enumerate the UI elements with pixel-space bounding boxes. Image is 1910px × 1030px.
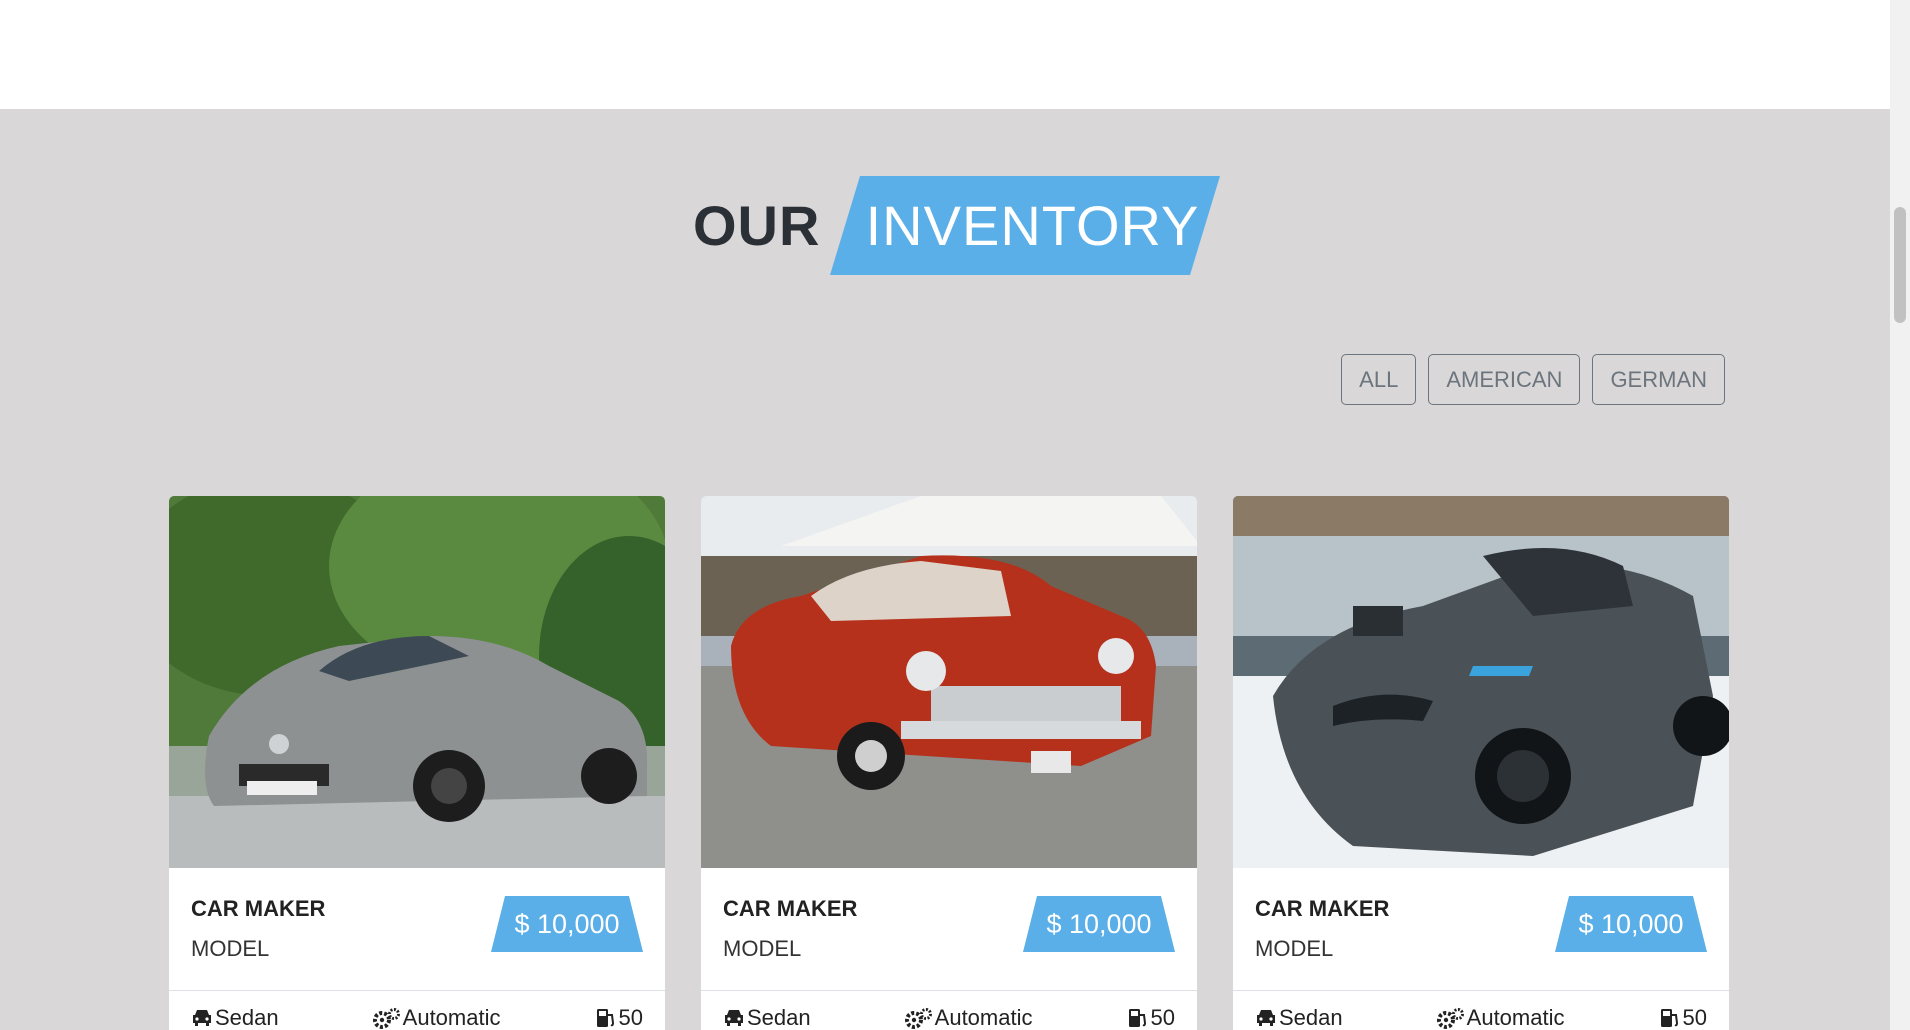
gas-pump-icon xyxy=(1660,1009,1678,1027)
car-image-red-classic-car xyxy=(701,496,1197,868)
filter-all-button[interactable]: ALL xyxy=(1341,354,1417,405)
car-icon xyxy=(1257,1010,1275,1026)
filter-buttons: ALL AMERICAN GERMAN xyxy=(1341,354,1725,405)
scrollbar-thumb[interactable] xyxy=(1894,207,1906,323)
car-image-grey-sports-car xyxy=(1233,496,1729,868)
spec-transmission-text: Automatic xyxy=(934,1005,1033,1030)
spec-fuel: 50 xyxy=(595,1005,643,1030)
gears-icon xyxy=(372,1008,400,1029)
spec-body: Sedan xyxy=(1255,1005,1343,1030)
spec-fuel-text: 50 xyxy=(1150,1005,1175,1030)
filter-german-button[interactable]: GERMAN xyxy=(1592,354,1725,405)
gas-pump-icon xyxy=(596,1009,614,1027)
gears-icon xyxy=(1436,1008,1464,1029)
card-body: CAR MAKER MODEL $ 10,000 xyxy=(701,868,1197,990)
card-body: CAR MAKER MODEL $ 10,000 xyxy=(1233,868,1729,990)
spec-transmission: Automatic xyxy=(372,1005,501,1030)
spec-fuel: 50 xyxy=(1659,1005,1707,1030)
heading-inventory: INVENTORY xyxy=(865,194,1200,257)
heading-inventory-badge: INVENTORY xyxy=(830,176,1221,275)
car-image-silver-sports-coupe xyxy=(169,496,665,868)
car-card[interactable]: CAR MAKER MODEL $ 10,000 Sedan Automatic… xyxy=(1233,496,1729,1030)
car-icon xyxy=(193,1010,211,1026)
spec-body-text: Sedan xyxy=(215,1005,279,1030)
spec-body-text: Sedan xyxy=(1279,1005,1343,1030)
card-specs: Sedan Automatic 50 xyxy=(169,990,665,1030)
card-specs: Sedan Automatic 50 xyxy=(701,990,1197,1030)
spec-transmission: Automatic xyxy=(1436,1005,1565,1030)
spec-body: Sedan xyxy=(723,1005,811,1030)
car-card[interactable]: CAR MAKER MODEL $ 10,000 Sedan Automatic… xyxy=(701,496,1197,1030)
filter-american-button[interactable]: AMERICAN xyxy=(1428,354,1581,405)
price-value: $ 10,000 xyxy=(1578,908,1684,939)
spec-transmission-text: Automatic xyxy=(1466,1005,1565,1030)
spec-body-text: Sedan xyxy=(747,1005,811,1030)
price-badge: $ 10,000 xyxy=(1555,896,1707,952)
spec-transmission-text: Automatic xyxy=(402,1005,501,1030)
inventory-heading: OUR INVENTORY xyxy=(693,176,1221,275)
price-value: $ 10,000 xyxy=(1046,908,1152,939)
gas-pump-icon xyxy=(1128,1009,1146,1027)
gears-icon xyxy=(904,1008,932,1029)
spec-body: Sedan xyxy=(191,1005,279,1030)
spec-fuel-text: 50 xyxy=(618,1005,643,1030)
price-badge: $ 10,000 xyxy=(1023,896,1175,952)
spec-fuel-text: 50 xyxy=(1682,1005,1707,1030)
card-specs: Sedan Automatic 50 xyxy=(1233,990,1729,1030)
price-value: $ 10,000 xyxy=(514,908,620,939)
heading-our: OUR xyxy=(693,194,821,257)
car-card[interactable]: CAR MAKER MODEL $ 10,000 Sedan Automatic… xyxy=(169,496,665,1030)
spec-fuel: 50 xyxy=(1127,1005,1175,1030)
card-body: CAR MAKER MODEL $ 10,000 xyxy=(169,868,665,990)
page-scrollbar[interactable] xyxy=(1890,0,1910,1030)
spec-transmission: Automatic xyxy=(904,1005,1033,1030)
car-icon xyxy=(725,1010,743,1026)
top-band xyxy=(0,0,1890,109)
price-badge: $ 10,000 xyxy=(491,896,643,952)
